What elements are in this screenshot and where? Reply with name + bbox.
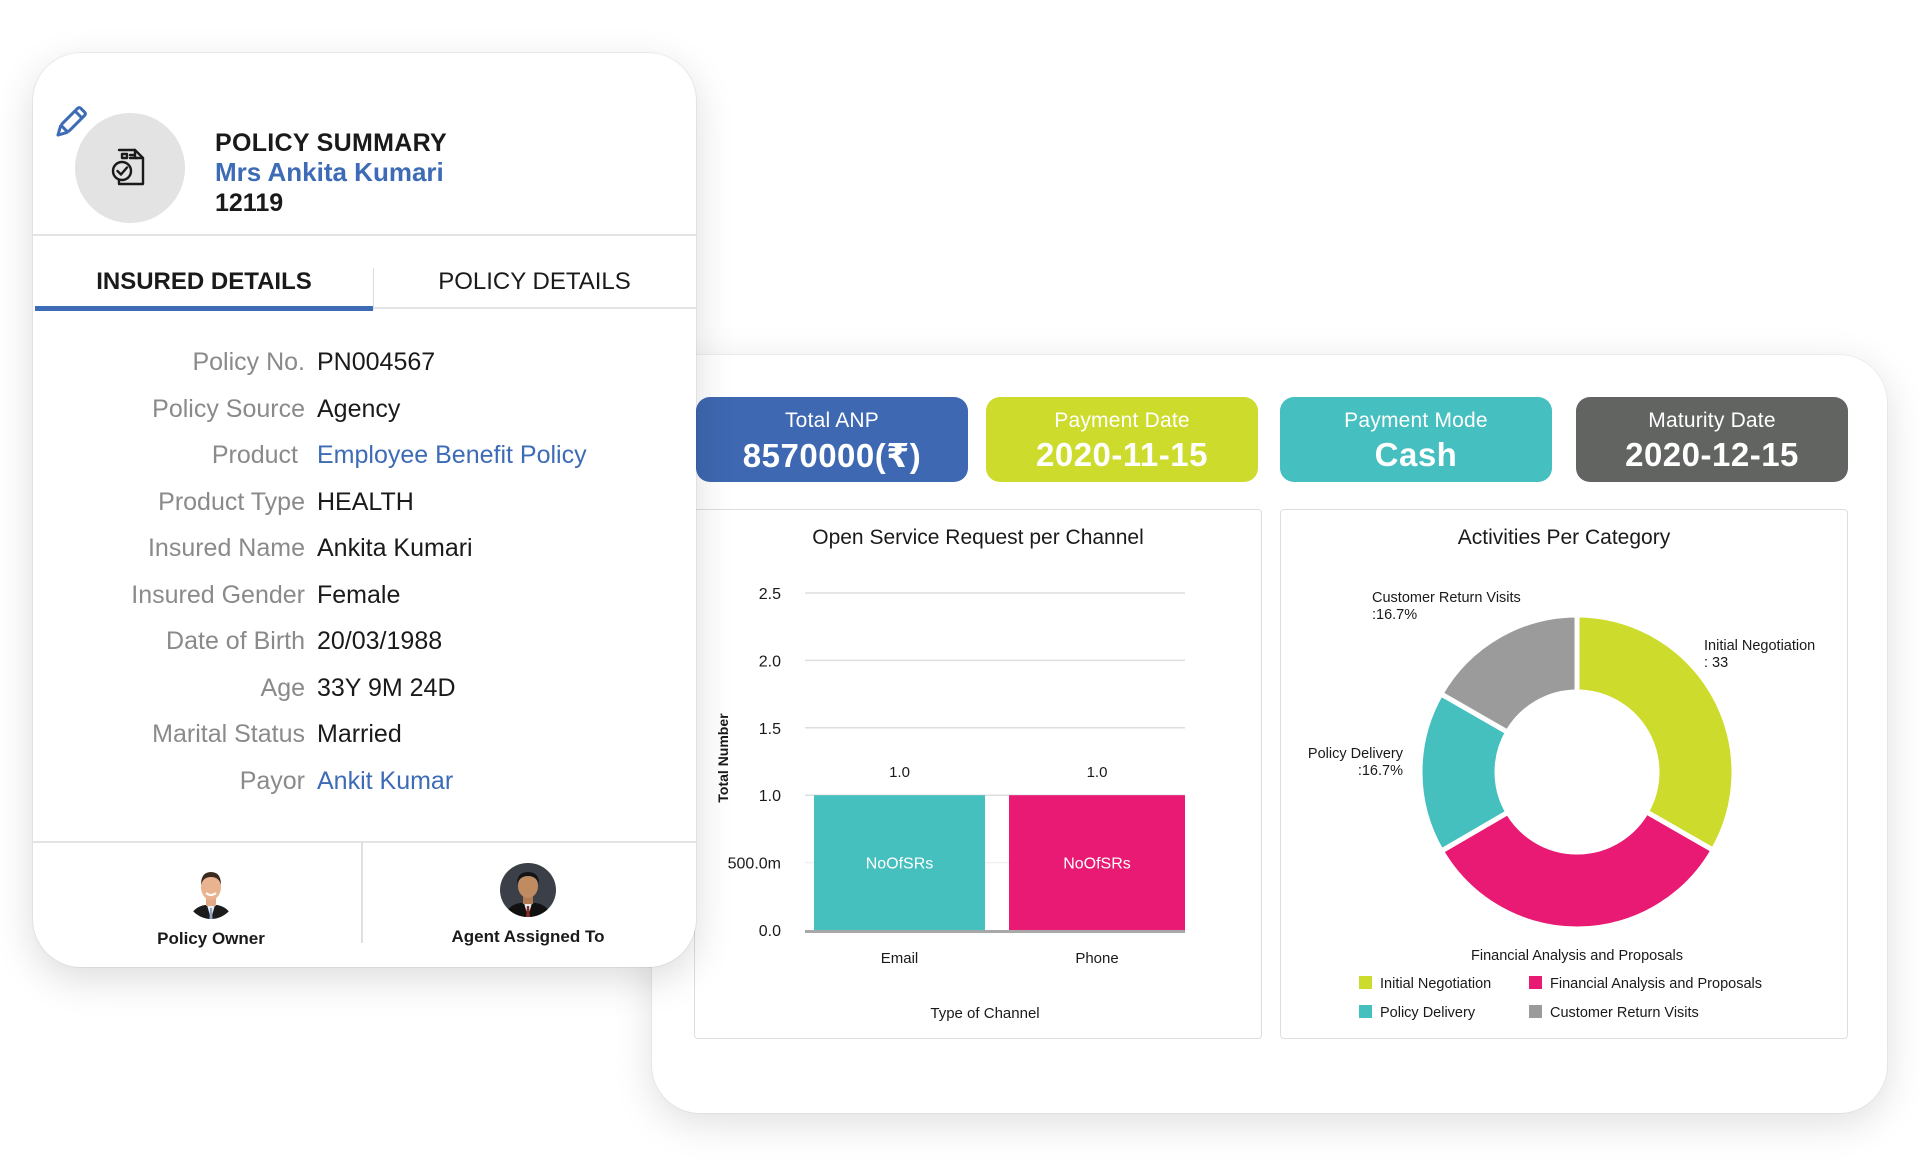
detail-value: Female — [317, 580, 401, 609]
detail-label: Policy No. — [192, 348, 305, 376]
detail-value: HEALTH — [317, 487, 414, 516]
detail-label: Age — [260, 673, 305, 702]
footer-separator — [361, 843, 363, 943]
slice-label: Initial Negotiation — [1704, 638, 1815, 654]
stat-value: Cash — [1374, 436, 1458, 473]
detail-row-product-type: Product Type HEALTH — [33, 488, 696, 535]
payor-link[interactable]: Ankit Kumar — [317, 767, 453, 796]
y-tick-label: 500.0m — [728, 856, 781, 873]
detail-row-date-of-birth: Date of Birth 20/03/1988 — [33, 627, 696, 674]
bar-data-label: 1.0 — [1087, 764, 1108, 781]
document-check-icon — [111, 148, 145, 186]
legend-label: Financial Analysis and Proposals — [1550, 976, 1762, 992]
tab-bar-line — [373, 307, 696, 309]
detail-row-insured-name: Insured Name Ankita Kumari — [33, 534, 696, 581]
agent-assigned-label: Agent Assigned To — [451, 927, 605, 946]
page-title: POLICY SUMMARY — [215, 129, 447, 157]
slice-label: :16.7% — [1372, 607, 1417, 623]
insured-details-list: Policy No. PN004567 Policy Source Agency P… — [33, 348, 696, 813]
stat-value: 2020-12-15 — [1625, 436, 1799, 473]
slice-label: : 33 — [1704, 655, 1728, 671]
policy-owner-label: Policy Owner — [157, 929, 265, 948]
avatar-agent — [500, 863, 556, 917]
divider — [33, 234, 696, 236]
x-axis-label: Type of Channel — [930, 1005, 1039, 1022]
stat-card-maturity-date: Maturity Date 2020-12-15 — [1576, 397, 1848, 482]
slice-label: Policy Delivery — [1308, 746, 1404, 762]
stat-label: Maturity Date — [1648, 409, 1776, 432]
policy-holder-name: Mrs Ankita Kumari — [215, 157, 444, 187]
tab-insured-details[interactable]: INSURED DETAILS — [35, 253, 373, 310]
detail-value: Ankita Kumari — [317, 534, 473, 562]
donut-chart-title: Activities Per Category — [1457, 526, 1671, 549]
stat-card-total-anp: Total ANP 8570000(₹) — [696, 397, 968, 482]
x-tick-label: Email — [881, 950, 919, 967]
bar-chart-title: Open Service Request per Channel — [812, 526, 1144, 549]
policy-avatar — [75, 113, 185, 223]
legend-swatch — [1529, 1005, 1542, 1018]
y-tick-label: 1.5 — [759, 721, 781, 738]
detail-row-insured-gender: Insured Gender Female — [33, 581, 696, 628]
policy-owner[interactable]: Policy Owner — [61, 863, 361, 949]
detail-value: Married — [317, 720, 402, 748]
stat-label: Payment Date — [1054, 409, 1190, 432]
stat-value: 8570000(₹) — [742, 437, 922, 474]
detail-row-marital-status: Marital Status Married — [33, 720, 696, 767]
y-tick-label: 2.5 — [759, 586, 781, 603]
detail-label: Payor — [239, 766, 305, 795]
y-tick-label: 0.0 — [759, 923, 781, 940]
legend-swatch — [1359, 1005, 1372, 1018]
product-link[interactable]: Employee Benefit Policy — [317, 441, 587, 470]
y-tick-label: 1.0 — [759, 788, 781, 805]
y-tick-label: 2.0 — [759, 653, 781, 670]
bar-chart-card: Open Service Request per Channel 0.0 500.… — [694, 509, 1262, 1039]
tab-separator — [373, 268, 374, 310]
bar-inner-label: NoOfSRs — [866, 856, 934, 873]
detail-label: Policy Source — [152, 394, 305, 423]
x-tick-label: Phone — [1075, 950, 1118, 967]
detail-row-policy-source: Policy Source Agency — [33, 395, 696, 442]
detail-row-age: Age 33Y 9M 24D — [33, 674, 696, 721]
bar-inner-label: NoOfSRs — [1063, 856, 1131, 873]
detail-value: PN004567 — [317, 348, 436, 376]
detail-label: Product — [211, 441, 298, 469]
tab-policy-details[interactable]: POLICY DETAILS — [373, 253, 696, 310]
slice-label: :16.7% — [1358, 763, 1403, 779]
detail-row-policy-no: Policy No. PN004567 — [33, 348, 696, 395]
y-axis-label: Total Number — [715, 713, 731, 803]
bar-data-label: 1.0 — [889, 764, 910, 781]
detail-label: Product Type — [158, 487, 305, 516]
donut-chart: Initial Negotiation: 33Financial Analysi… — [1308, 590, 1815, 1021]
bar-chart: 0.0 500.0m 1.0 1.5 2.0 2.5 NoOfSRs 1.0 Email NoO… — [715, 586, 1185, 1022]
stat-card-payment-mode: Payment Mode Cash — [1280, 397, 1552, 482]
detail-row-product: Product Employee Benefit Policy — [33, 441, 696, 488]
detail-label: Marital Status — [152, 720, 305, 748]
detail-label: Insured Name — [147, 534, 305, 562]
detail-value: Agency — [317, 394, 401, 423]
donut-chart-card: Activities Per Category Initial Negotiat… — [1280, 509, 1848, 1039]
stat-value: 2020-11-15 — [1036, 436, 1208, 473]
legend-swatch — [1529, 976, 1542, 989]
dashboard-panel: Total ANP 8570000(₹) Payment Date 2020-1… — [652, 355, 1887, 1113]
detail-value: 20/03/1988 — [317, 627, 443, 655]
active-tab-indicator — [35, 306, 373, 311]
detail-label: Date of Birth — [166, 627, 305, 655]
slice-label: Financial Analysis and Proposals — [1471, 948, 1683, 964]
stat-label: Payment Mode — [1344, 409, 1488, 432]
agent-assigned[interactable]: Agent Assigned To — [378, 863, 678, 947]
detail-row-payor: Payor Ankit Kumar — [33, 767, 696, 814]
divider — [33, 841, 696, 843]
detail-value: 33Y 9M 24D — [317, 673, 456, 702]
stat-label: Total ANP — [784, 409, 879, 432]
policy-summary-card: POLICY SUMMARY Mrs Ankita Kumari 12119 I… — [33, 53, 696, 967]
legend-label: Customer Return Visits — [1550, 1005, 1699, 1021]
detail-label: Insured Gender — [131, 580, 305, 609]
avatar-policy-owner — [185, 863, 237, 919]
legend-label: Initial Negotiation — [1380, 976, 1491, 992]
legend-label: Policy Delivery — [1380, 1005, 1476, 1021]
legend-swatch — [1359, 976, 1372, 989]
slice-label: Customer Return Visits — [1372, 590, 1521, 606]
policy-holder-id: 12119 — [215, 189, 284, 217]
stat-card-payment-date: Payment Date 2020-11-15 — [986, 397, 1258, 482]
